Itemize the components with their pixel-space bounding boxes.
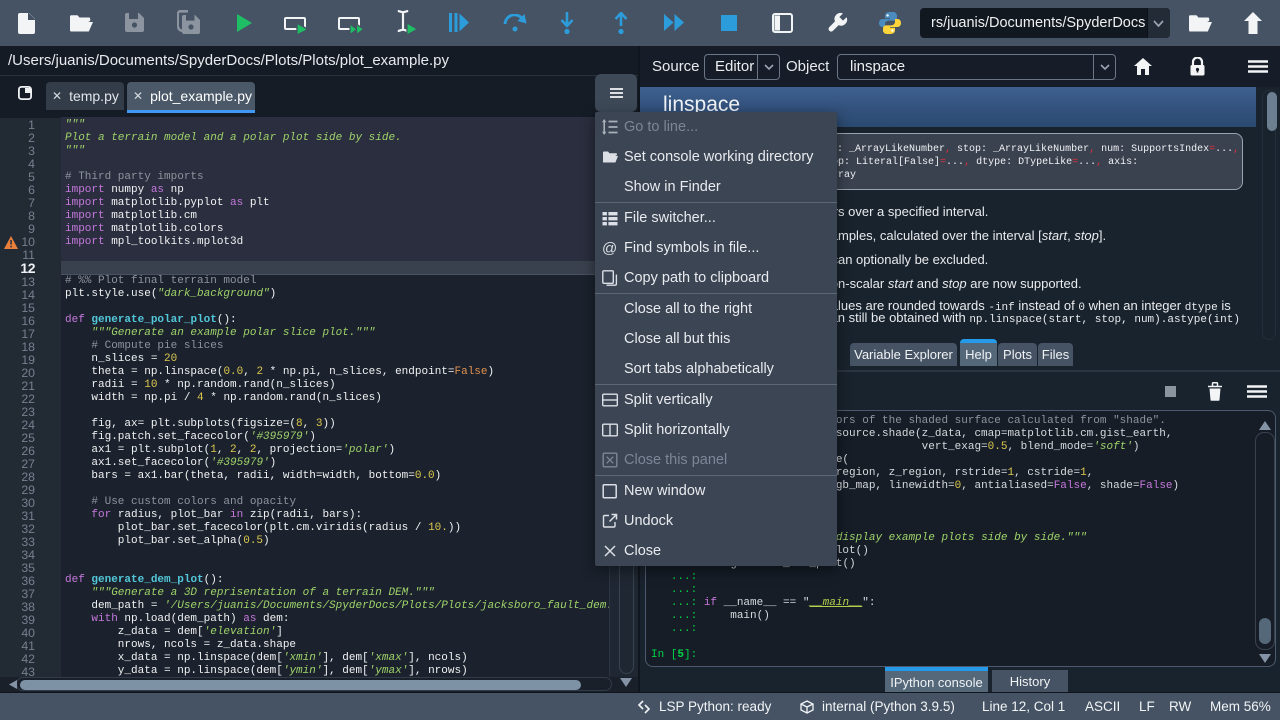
svg-text:@: @: [602, 240, 617, 256]
